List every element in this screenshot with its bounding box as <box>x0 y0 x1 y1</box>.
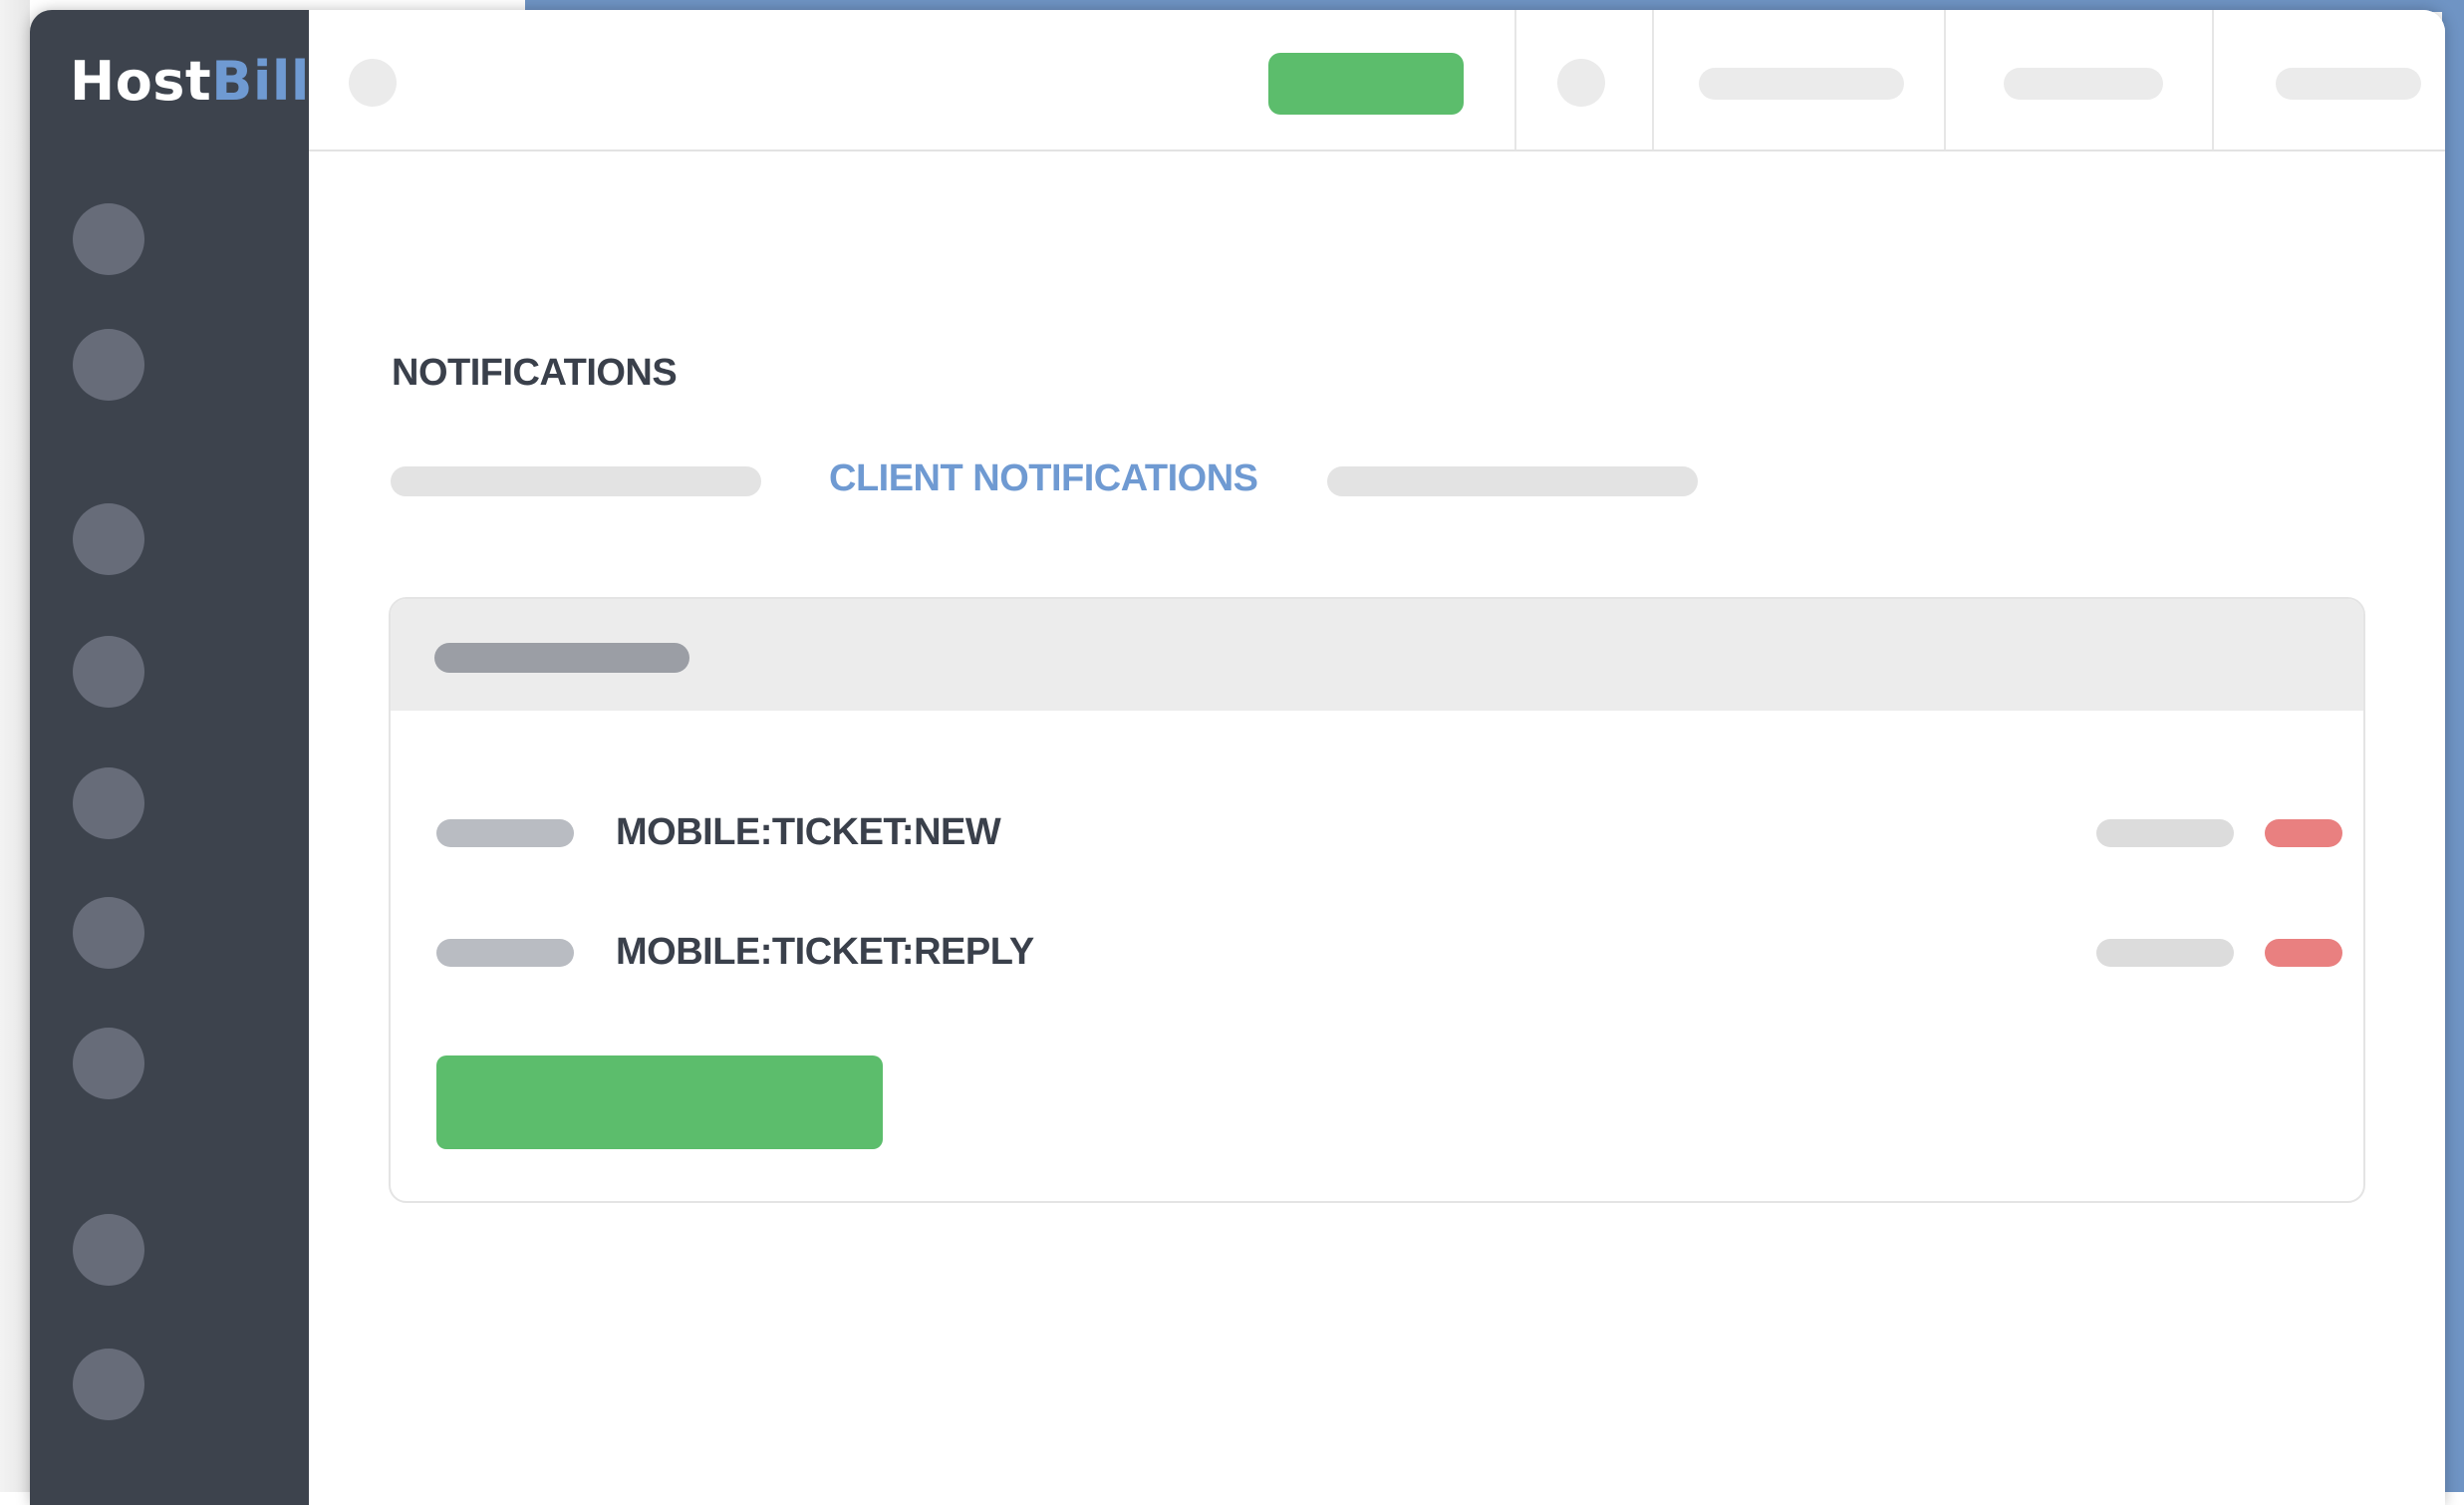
tab-placeholder[interactable] <box>1327 466 1698 496</box>
top-bar <box>309 10 2445 151</box>
notification-label: MOBILE:TICKET:NEW <box>616 811 1001 853</box>
frame-right <box>2442 0 2464 1492</box>
divider <box>1514 10 1516 150</box>
add-notification-button[interactable] <box>436 1055 883 1149</box>
sidebar-nav-icon[interactable] <box>73 897 144 969</box>
menu-toggle-icon[interactable] <box>349 59 397 107</box>
sidebar-nav-icon[interactable] <box>73 767 144 839</box>
logo-host-text: Host <box>70 50 212 113</box>
topbar-menu-item[interactable] <box>2004 68 2163 100</box>
app-window: HostBill NOTIFICATIONS CLIENT NOTIFICATI… <box>30 10 2445 1505</box>
row-action[interactable] <box>2096 939 2234 967</box>
sidebar-nav-icon[interactable] <box>73 1349 144 1420</box>
sidebar: HostBill <box>30 10 309 1505</box>
tab-client-notifications[interactable]: CLIENT NOTIFICATIONS <box>829 457 1258 500</box>
notifications-card: MOBILE:TICKET:NEW MOBILE:TICKET:REPLY <box>389 597 2365 1203</box>
sidebar-nav-icon[interactable] <box>73 503 144 575</box>
row-delete-button[interactable] <box>2265 939 2342 967</box>
sidebar-nav-icon[interactable] <box>73 329 144 401</box>
row-action[interactable] <box>2096 819 2234 847</box>
hostbill-logo[interactable]: HostBill <box>70 50 310 113</box>
card-header <box>391 599 2363 711</box>
divider <box>1944 10 1946 150</box>
topbar-menu-item[interactable] <box>1699 68 1904 100</box>
notification-icon[interactable] <box>1557 59 1605 107</box>
page-title: NOTIFICATIONS <box>392 352 678 394</box>
divider <box>1652 10 1654 150</box>
sidebar-nav-icon[interactable] <box>73 1028 144 1099</box>
sidebar-nav-icon[interactable] <box>73 1214 144 1286</box>
card-header-title <box>434 643 689 673</box>
quick-action-button[interactable] <box>1268 53 1464 115</box>
notification-label: MOBILE:TICKET:REPLY <box>616 931 1034 973</box>
tab-placeholder[interactable] <box>391 466 761 496</box>
logo-bill-text: Bill <box>211 50 310 113</box>
divider <box>2212 10 2214 150</box>
row-toggle[interactable] <box>436 819 574 847</box>
topbar-user-menu[interactable] <box>2276 68 2421 100</box>
sidebar-nav-icon[interactable] <box>73 203 144 275</box>
row-delete-button[interactable] <box>2265 819 2342 847</box>
frame-left <box>0 0 30 1492</box>
row-toggle[interactable] <box>436 939 574 967</box>
sidebar-nav-icon[interactable] <box>73 636 144 708</box>
